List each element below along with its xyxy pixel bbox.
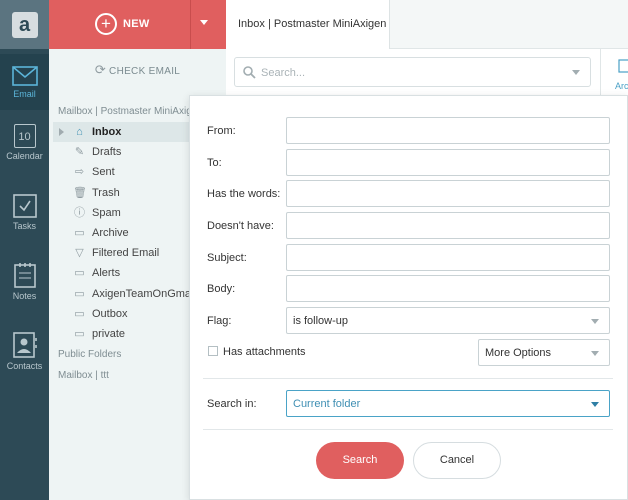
contact-card-icon bbox=[12, 332, 37, 358]
chevron-down-icon bbox=[591, 402, 599, 407]
rail-calendar-label: Calendar bbox=[6, 151, 43, 161]
filter-icon: ▽ bbox=[75, 247, 84, 259]
rail-tasks-label: Tasks bbox=[12, 221, 36, 231]
has-attachments-checkbox[interactable] bbox=[208, 346, 218, 356]
folder-label: private bbox=[92, 328, 126, 340]
folder-label: Alerts bbox=[92, 267, 121, 279]
chevron-down-icon bbox=[591, 319, 599, 324]
has-attachments-label[interactable]: Has attachments bbox=[223, 346, 306, 358]
mailbox-ttt-header[interactable]: Mailbox | ttt bbox=[58, 370, 109, 381]
folder-icon: ▭ bbox=[74, 328, 85, 340]
expand-arrow-icon[interactable] bbox=[59, 128, 64, 136]
folder-icon: ▭ bbox=[74, 308, 85, 320]
from-field[interactable] bbox=[286, 117, 610, 144]
archive-icon[interactable] bbox=[618, 59, 628, 73]
flag-value: is follow-up bbox=[293, 315, 349, 327]
doesnt-have-label: Doesn't have: bbox=[207, 220, 274, 232]
search-icon bbox=[243, 66, 256, 79]
new-label: NEW bbox=[123, 18, 150, 30]
divider bbox=[203, 429, 613, 430]
rail-email[interactable]: Email bbox=[0, 54, 49, 110]
refresh-icon: ⟳ bbox=[94, 62, 107, 77]
app-rail: a Email 10 Calendar Tasks Notes Contacts bbox=[0, 0, 49, 500]
rail-calendar[interactable]: 10 Calendar bbox=[0, 124, 49, 174]
divider bbox=[203, 378, 613, 379]
folder-label: Filtered Email bbox=[92, 247, 160, 259]
folder-label: Sent bbox=[92, 166, 115, 178]
folder-icon: ▭ bbox=[74, 288, 85, 300]
arrow-right-icon: ⇨ bbox=[74, 166, 85, 178]
pencil-icon: ✎ bbox=[74, 146, 85, 158]
cancel-button[interactable]: Cancel bbox=[413, 442, 501, 479]
folder-label: AxigenTeamOnGmail bbox=[92, 288, 196, 300]
checkbox-icon bbox=[12, 194, 37, 218]
folder-label: Trash bbox=[92, 187, 120, 199]
logo-icon: a bbox=[11, 11, 38, 38]
body-label: Body: bbox=[207, 283, 236, 295]
archive-icon: ▭ bbox=[74, 227, 85, 239]
warning-icon: ⓘ bbox=[74, 207, 85, 219]
search-in-select[interactable]: Current folder bbox=[286, 390, 610, 417]
rail-notes[interactable]: Notes bbox=[0, 262, 49, 314]
folder-icon: ▭ bbox=[74, 267, 85, 279]
check-email-button[interactable]: ⟳ CHECK EMAIL bbox=[49, 62, 226, 78]
envelope-icon bbox=[11, 66, 38, 86]
rail-email-label: Email bbox=[13, 89, 36, 99]
tab-inbox[interactable]: Inbox | Postmaster MiniAxigen bbox=[226, 0, 390, 49]
public-folders-header[interactable]: Public Folders bbox=[58, 349, 121, 360]
search-button[interactable]: Search bbox=[316, 442, 404, 479]
check-email-label: CHECK EMAIL bbox=[109, 66, 181, 77]
more-options-label: More Options bbox=[485, 347, 552, 359]
folder-label: Archive bbox=[92, 227, 129, 239]
calendar-icon: 10 bbox=[13, 124, 36, 148]
archive-toolbar-label[interactable]: Arc bbox=[615, 81, 628, 91]
notepad-icon bbox=[13, 263, 36, 288]
has-words-field[interactable] bbox=[286, 180, 610, 207]
app-logo[interactable]: a bbox=[0, 0, 49, 49]
from-label: From: bbox=[207, 125, 236, 137]
folder-label: Spam bbox=[92, 207, 121, 219]
to-label: To: bbox=[207, 157, 222, 169]
doesnt-have-field[interactable] bbox=[286, 212, 610, 239]
body-field[interactable] bbox=[286, 275, 610, 302]
subject-label: Subject: bbox=[207, 252, 247, 264]
calendar-day: 10 bbox=[18, 131, 31, 143]
more-options-select[interactable]: More Options bbox=[478, 339, 610, 366]
new-button[interactable]: + NEW bbox=[49, 0, 226, 49]
search-in-value: Current folder bbox=[293, 398, 361, 410]
folder-label: Inbox bbox=[92, 126, 122, 138]
folder-label: Outbox bbox=[92, 308, 128, 320]
subject-field[interactable] bbox=[286, 244, 610, 271]
search-in-label: Search in: bbox=[207, 398, 257, 410]
has-words-label: Has the words: bbox=[207, 188, 281, 200]
rail-contacts[interactable]: Contacts bbox=[0, 332, 49, 384]
advanced-search-panel: From: To: Has the words: Doesn't have: S… bbox=[189, 95, 628, 500]
inbox-icon: ⌂ bbox=[76, 126, 83, 138]
new-dropdown-caret-icon[interactable] bbox=[200, 20, 208, 25]
top-bar bbox=[390, 0, 628, 49]
rail-notes-label: Notes bbox=[12, 291, 37, 301]
rail-tasks[interactable]: Tasks bbox=[0, 194, 49, 244]
new-button-separator bbox=[190, 0, 191, 49]
trash-icon: 🗑 bbox=[73, 187, 87, 199]
search-options-caret-icon[interactable] bbox=[572, 70, 580, 75]
plus-icon: + bbox=[95, 13, 117, 35]
chevron-down-icon bbox=[591, 351, 599, 356]
search-input[interactable]: Search... bbox=[234, 57, 591, 87]
rail-contacts-label: Contacts bbox=[6, 361, 43, 371]
mailbox-header[interactable]: Mailbox | Postmaster MiniAxigen bbox=[58, 106, 203, 117]
tab-title: Inbox | Postmaster MiniAxigen bbox=[238, 18, 387, 30]
flag-label: Flag: bbox=[207, 315, 232, 327]
flag-select[interactable]: is follow-up bbox=[286, 307, 610, 334]
search-placeholder: Search... bbox=[261, 67, 306, 79]
folder-label: Drafts bbox=[92, 146, 122, 158]
to-field[interactable] bbox=[286, 149, 610, 176]
